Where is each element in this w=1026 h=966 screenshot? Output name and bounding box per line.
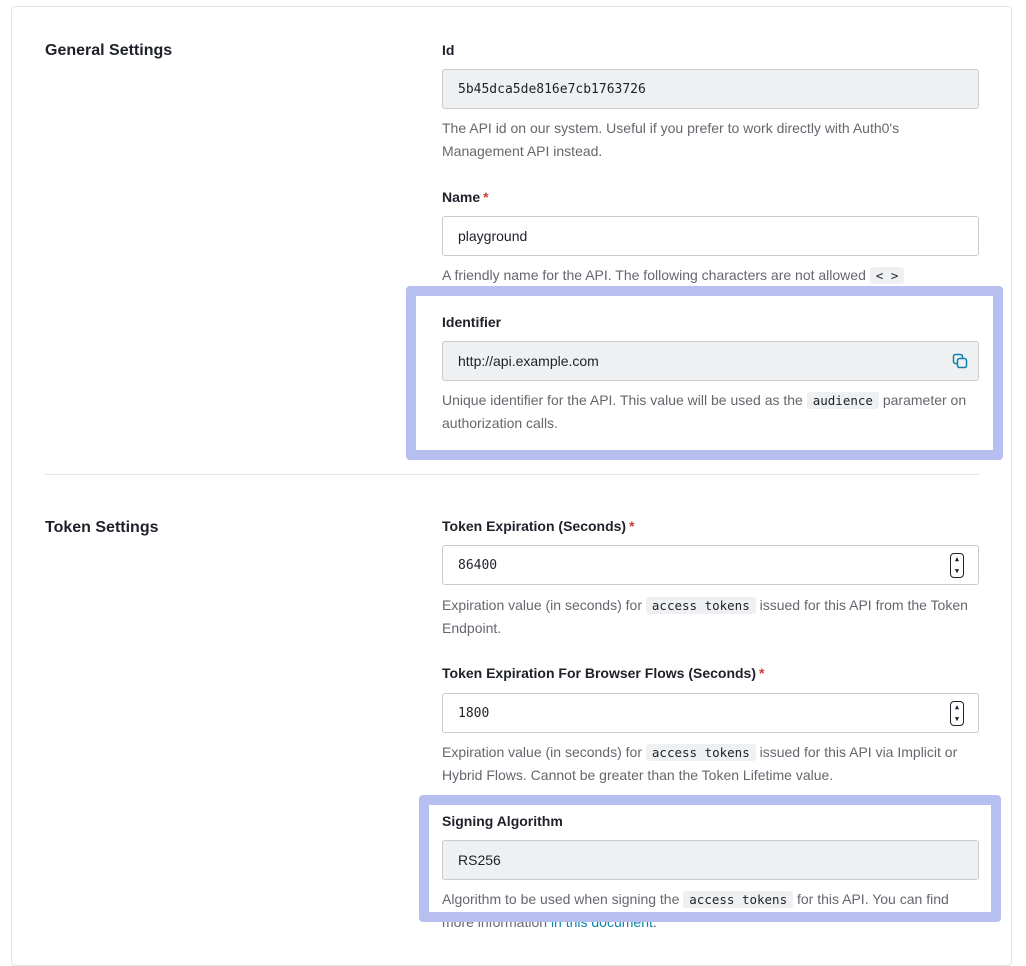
identifier-help: Unique identifier for the API. This valu…	[442, 392, 967, 431]
chevron-down-icon[interactable]: ▼	[955, 715, 959, 724]
token-expiration-label: Token Expiration (Seconds) *	[442, 518, 635, 534]
chevron-up-icon[interactable]: ▲	[955, 703, 959, 712]
token-expiration-stepper[interactable]: ▲ ▼	[950, 553, 964, 578]
browser-expiration-stepper[interactable]: ▲ ▼	[950, 701, 964, 726]
token-expiration-input[interactable]: 86400 ▲ ▼	[442, 545, 979, 585]
copy-icon[interactable]	[952, 353, 968, 369]
token-expiration-help: Expiration value (in seconds) for access…	[442, 597, 968, 636]
signing-help-code: access tokens	[683, 891, 794, 908]
browser-expiration-label: Token Expiration For Browser Flows (Seco…	[442, 665, 765, 681]
browser-expiration-input[interactable]: 1800 ▲ ▼	[442, 693, 979, 733]
name-help-code: < >	[869, 267, 905, 284]
id-help: The API id on our system. Useful if you …	[442, 120, 900, 159]
id-field[interactable]: 5b45dca5de816e7cb1763726	[442, 69, 979, 109]
required-mark: *	[629, 518, 635, 534]
signing-doc-link[interactable]: in this document	[551, 914, 653, 930]
identifier-field[interactable]: http://api.example.com	[442, 341, 979, 381]
token-settings-title: Token Settings	[45, 519, 159, 536]
identifier-help-code: audience	[806, 392, 879, 409]
id-label: Id	[442, 42, 455, 58]
name-input[interactable]: playground	[442, 216, 979, 256]
browser-expiration-help-code: access tokens	[645, 744, 756, 761]
name-label: Name *	[442, 189, 489, 205]
signing-algorithm-label: Signing Algorithm	[442, 813, 563, 829]
general-settings-title: General Settings	[45, 42, 173, 59]
chevron-down-icon[interactable]: ▼	[955, 567, 959, 576]
token-expiration-help-code: access tokens	[645, 597, 756, 614]
chevron-up-icon[interactable]: ▲	[955, 555, 959, 564]
required-mark: *	[483, 189, 489, 205]
required-mark: *	[759, 665, 765, 681]
name-help: A friendly name for the API. The followi…	[442, 264, 982, 287]
signing-algorithm-help: Algorithm to be used when signing the ac…	[442, 891, 949, 930]
section-divider	[45, 474, 979, 475]
identifier-label: Identifier	[442, 314, 502, 330]
signing-algorithm-field[interactable]: RS256	[442, 840, 979, 880]
browser-expiration-help: Expiration value (in seconds) for access…	[442, 744, 958, 783]
